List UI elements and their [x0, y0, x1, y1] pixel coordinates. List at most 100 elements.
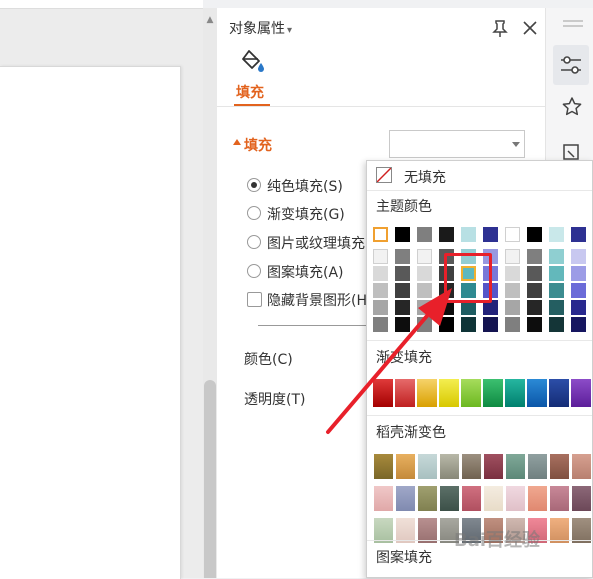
theme-color-swatch[interactable]	[571, 249, 586, 264]
baidu-watermark: Bai百经验	[454, 530, 541, 551]
shell-gradient-swatch[interactable]	[528, 486, 547, 511]
panel-title[interactable]: 对象属性 ▾	[229, 18, 292, 38]
theme-color-swatch[interactable]	[571, 227, 586, 242]
radio-picture-fill[interactable]	[247, 235, 261, 249]
shell-gradient-swatch[interactable]	[484, 486, 503, 511]
theme-color-swatch[interactable]	[549, 227, 564, 242]
theme-color-swatch[interactable]	[373, 266, 388, 281]
gradient-swatch[interactable]	[505, 379, 525, 407]
theme-color-swatch[interactable]	[549, 249, 564, 264]
dropdown-separator	[367, 190, 592, 191]
section-title-fill[interactable]: 填充	[244, 135, 272, 155]
theme-color-swatch[interactable]	[527, 249, 542, 264]
gradient-swatch[interactable]	[483, 379, 503, 407]
shell-gradient-swatch[interactable]	[418, 486, 437, 511]
shell-gradient-swatch[interactable]	[440, 454, 459, 479]
pin-icon[interactable]	[490, 18, 510, 38]
paint-bucket-icon[interactable]	[238, 47, 266, 75]
shell-gradient-swatch[interactable]	[550, 454, 569, 479]
shell-gradient-swatch[interactable]	[572, 454, 591, 479]
theme-color-swatch[interactable]	[395, 227, 410, 242]
no-fill-icon[interactable]	[376, 167, 392, 183]
fill-color-select[interactable]	[389, 130, 525, 158]
theme-colors-heading: 主题颜色	[376, 199, 432, 215]
shell-gradient-swatch[interactable]	[418, 454, 437, 479]
sliders-icon	[561, 56, 581, 74]
toolbar-handle-icon[interactable]	[563, 20, 583, 28]
properties-toolbar-button[interactable]	[553, 45, 589, 85]
theme-color-swatch[interactable]	[505, 317, 520, 332]
tab-divider	[217, 106, 545, 107]
star-icon[interactable]	[560, 95, 584, 119]
shell-gradient-swatch[interactable]	[484, 454, 503, 479]
theme-color-swatch[interactable]	[417, 227, 432, 242]
theme-color-swatch[interactable]	[505, 283, 520, 298]
opacity-label: 透明度(T)	[244, 392, 306, 408]
radio-pattern-fill-label[interactable]: 图案填充(A)	[267, 262, 344, 282]
shell-gradient-swatch[interactable]	[374, 486, 393, 511]
shell-gradient-swatch[interactable]	[550, 486, 569, 511]
radio-picture-fill-label[interactable]: 图片或纹理填充	[267, 233, 365, 253]
document-top-strip	[0, 0, 203, 9]
pattern-fill-heading: 图案填充	[376, 550, 432, 566]
radio-solid-fill[interactable]	[247, 178, 261, 192]
close-icon[interactable]	[520, 18, 540, 38]
gradient-swatch[interactable]	[549, 379, 569, 407]
section-collapse-icon[interactable]	[233, 139, 241, 145]
theme-color-swatch[interactable]	[571, 266, 586, 281]
no-fill-option[interactable]: 无填充	[404, 167, 446, 187]
panel-title-text: 对象属性	[229, 21, 285, 37]
theme-color-swatch[interactable]	[505, 227, 520, 242]
radio-gradient-fill-label[interactable]: 渐变填充(G)	[267, 204, 345, 224]
theme-color-swatch[interactable]	[505, 249, 520, 264]
shell-gradient-swatch[interactable]	[462, 486, 481, 511]
radio-pattern-fill[interactable]	[247, 264, 261, 278]
theme-color-swatch[interactable]	[417, 249, 432, 264]
theme-color-swatch[interactable]	[549, 300, 564, 315]
document-page[interactable]	[0, 66, 181, 579]
radio-gradient-fill[interactable]	[247, 206, 261, 220]
theme-color-swatch[interactable]	[549, 283, 564, 298]
shell-gradient-swatch[interactable]	[440, 486, 459, 511]
panel-title-caret-icon: ▾	[287, 25, 293, 36]
shell-gradient-swatch[interactable]	[506, 454, 525, 479]
theme-color-swatch[interactable]	[527, 300, 542, 315]
gradient-swatch[interactable]	[571, 379, 591, 407]
annotation-arrow	[326, 288, 452, 434]
theme-color-swatch[interactable]	[549, 266, 564, 281]
shell-gradient-swatch[interactable]	[462, 454, 481, 479]
theme-color-swatch[interactable]	[527, 227, 542, 242]
theme-color-swatch[interactable]	[549, 317, 564, 332]
shell-gradient-swatch[interactable]	[374, 454, 393, 479]
gradient-swatch[interactable]	[527, 379, 547, 407]
theme-color-swatch[interactable]	[461, 227, 476, 242]
theme-color-swatch[interactable]	[483, 317, 498, 332]
theme-color-swatch[interactable]	[373, 249, 388, 264]
chevron-down-icon[interactable]	[512, 142, 520, 147]
theme-color-swatch[interactable]	[505, 266, 520, 281]
theme-color-swatch[interactable]	[527, 266, 542, 281]
scroll-up-arrow-icon[interactable]: ▲	[204, 14, 216, 26]
radio-solid-fill-label[interactable]: 纯色填充(S)	[267, 176, 343, 196]
shell-gradient-swatch[interactable]	[572, 486, 591, 511]
theme-color-swatch[interactable]	[395, 266, 410, 281]
theme-color-swatch[interactable]	[527, 283, 542, 298]
tab-fill[interactable]: 填充	[236, 82, 264, 102]
theme-color-swatch[interactable]	[571, 300, 586, 315]
theme-color-swatch[interactable]	[571, 283, 586, 298]
theme-color-swatch[interactable]	[505, 300, 520, 315]
theme-color-swatch[interactable]	[527, 317, 542, 332]
theme-color-swatch[interactable]	[395, 249, 410, 264]
theme-color-swatch[interactable]	[373, 227, 388, 242]
theme-color-swatch[interactable]	[417, 266, 432, 281]
color-label: 颜色(C)	[244, 352, 293, 368]
shell-gradient-swatch[interactable]	[396, 486, 415, 511]
shell-gradient-swatch[interactable]	[528, 454, 547, 479]
shell-gradient-swatch[interactable]	[506, 486, 525, 511]
theme-color-swatch[interactable]	[439, 227, 454, 242]
scrollbar-thumb[interactable]	[204, 380, 216, 578]
theme-color-swatch[interactable]	[483, 227, 498, 242]
hide-background-checkbox[interactable]	[247, 292, 262, 307]
shell-gradient-swatch[interactable]	[396, 454, 415, 479]
theme-color-swatch[interactable]	[571, 317, 586, 332]
